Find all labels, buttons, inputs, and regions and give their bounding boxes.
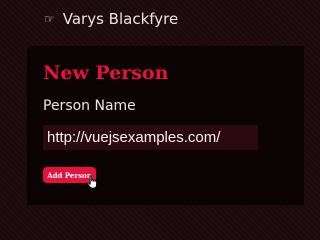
new-person-form: New Person Person Name Add Person xyxy=(27,46,304,205)
person-name: Varys Blackfyre xyxy=(62,10,179,28)
add-person-button[interactable]: Add Person xyxy=(43,167,96,183)
person-name-label: Person Name xyxy=(43,98,136,114)
form-title: New Person xyxy=(43,62,169,84)
person-list-item[interactable]: ☞ Varys Blackfyre xyxy=(44,8,178,30)
person-name-input[interactable] xyxy=(43,125,258,150)
pointing-hand-icon: ☞ xyxy=(44,12,55,26)
